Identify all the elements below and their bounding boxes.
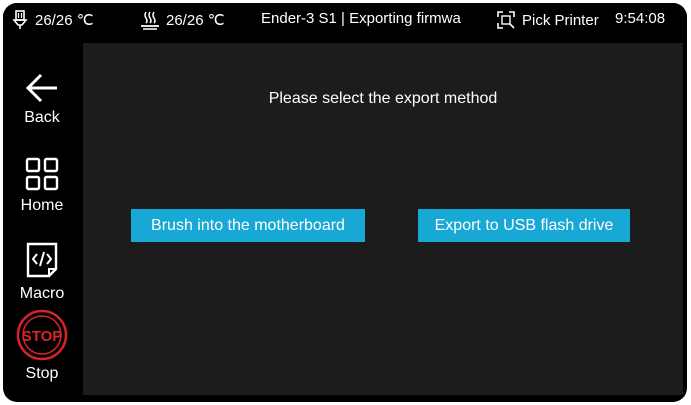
nozzle-icon (12, 10, 28, 29)
home-icon-wrap (25, 147, 59, 191)
heated-bed-icon (141, 11, 159, 30)
main-panel: Please select the export method Brush in… (83, 43, 683, 395)
pick-printer-icon (497, 11, 515, 29)
sidebar: Back Home Macro STOP Stop (3, 41, 81, 402)
macro-icon-wrap (25, 235, 59, 279)
status-bar: 26/26 ℃ 26/26 ℃ Ender-3 S1 | Exporting f… (3, 3, 687, 36)
nozzle-temp: 26/26 ℃ (11, 10, 94, 30)
pick-printer-label: Pick Printer (522, 11, 599, 29)
stop-icon-wrap: STOP (16, 309, 68, 361)
sidebar-item-label: Home (20, 197, 64, 214)
brush-into-motherboard-button[interactable]: Brush into the motherboard (131, 209, 365, 242)
back-icon-wrap (25, 59, 59, 103)
export-to-usb-button[interactable]: Export to USB flash drive (418, 209, 630, 242)
bed-temp: 26/26 ℃ (140, 10, 225, 30)
bed-temp-value: 26/26 ℃ (166, 12, 225, 29)
stop-sign-icon: STOP (16, 309, 68, 361)
clock: 9:54:08 (615, 10, 665, 27)
printer-title-text: Ender-3 S1 | Exporting firmware (261, 10, 461, 27)
sidebar-item-back[interactable]: Back (3, 41, 81, 129)
pick-printer-button[interactable]: Pick Printer (496, 10, 599, 30)
sidebar-item-stop[interactable]: STOP Stop (3, 305, 81, 393)
sidebar-item-label: Macro (19, 285, 65, 302)
stop-icon-text: STOP (22, 328, 63, 345)
export-prompt: Please select the export method (268, 90, 498, 107)
clock-time: 9:54:08 (615, 10, 666, 27)
sidebar-item-macro[interactable]: Macro (3, 217, 81, 305)
home-grid-icon (25, 157, 59, 191)
printer-screen: 26/26 ℃ 26/26 ℃ Ender-3 S1 | Exporting f… (3, 3, 687, 402)
sidebar-item-label: Back (24, 109, 60, 126)
macro-code-icon (26, 242, 58, 278)
back-arrow-icon (25, 73, 57, 103)
sidebar-item-label: Stop (25, 365, 59, 382)
nozzle-temp-value: 26/26 ℃ (35, 12, 94, 29)
sidebar-item-home[interactable]: Home (3, 129, 81, 217)
printer-title: Ender-3 S1 | Exporting firmware (261, 10, 461, 27)
